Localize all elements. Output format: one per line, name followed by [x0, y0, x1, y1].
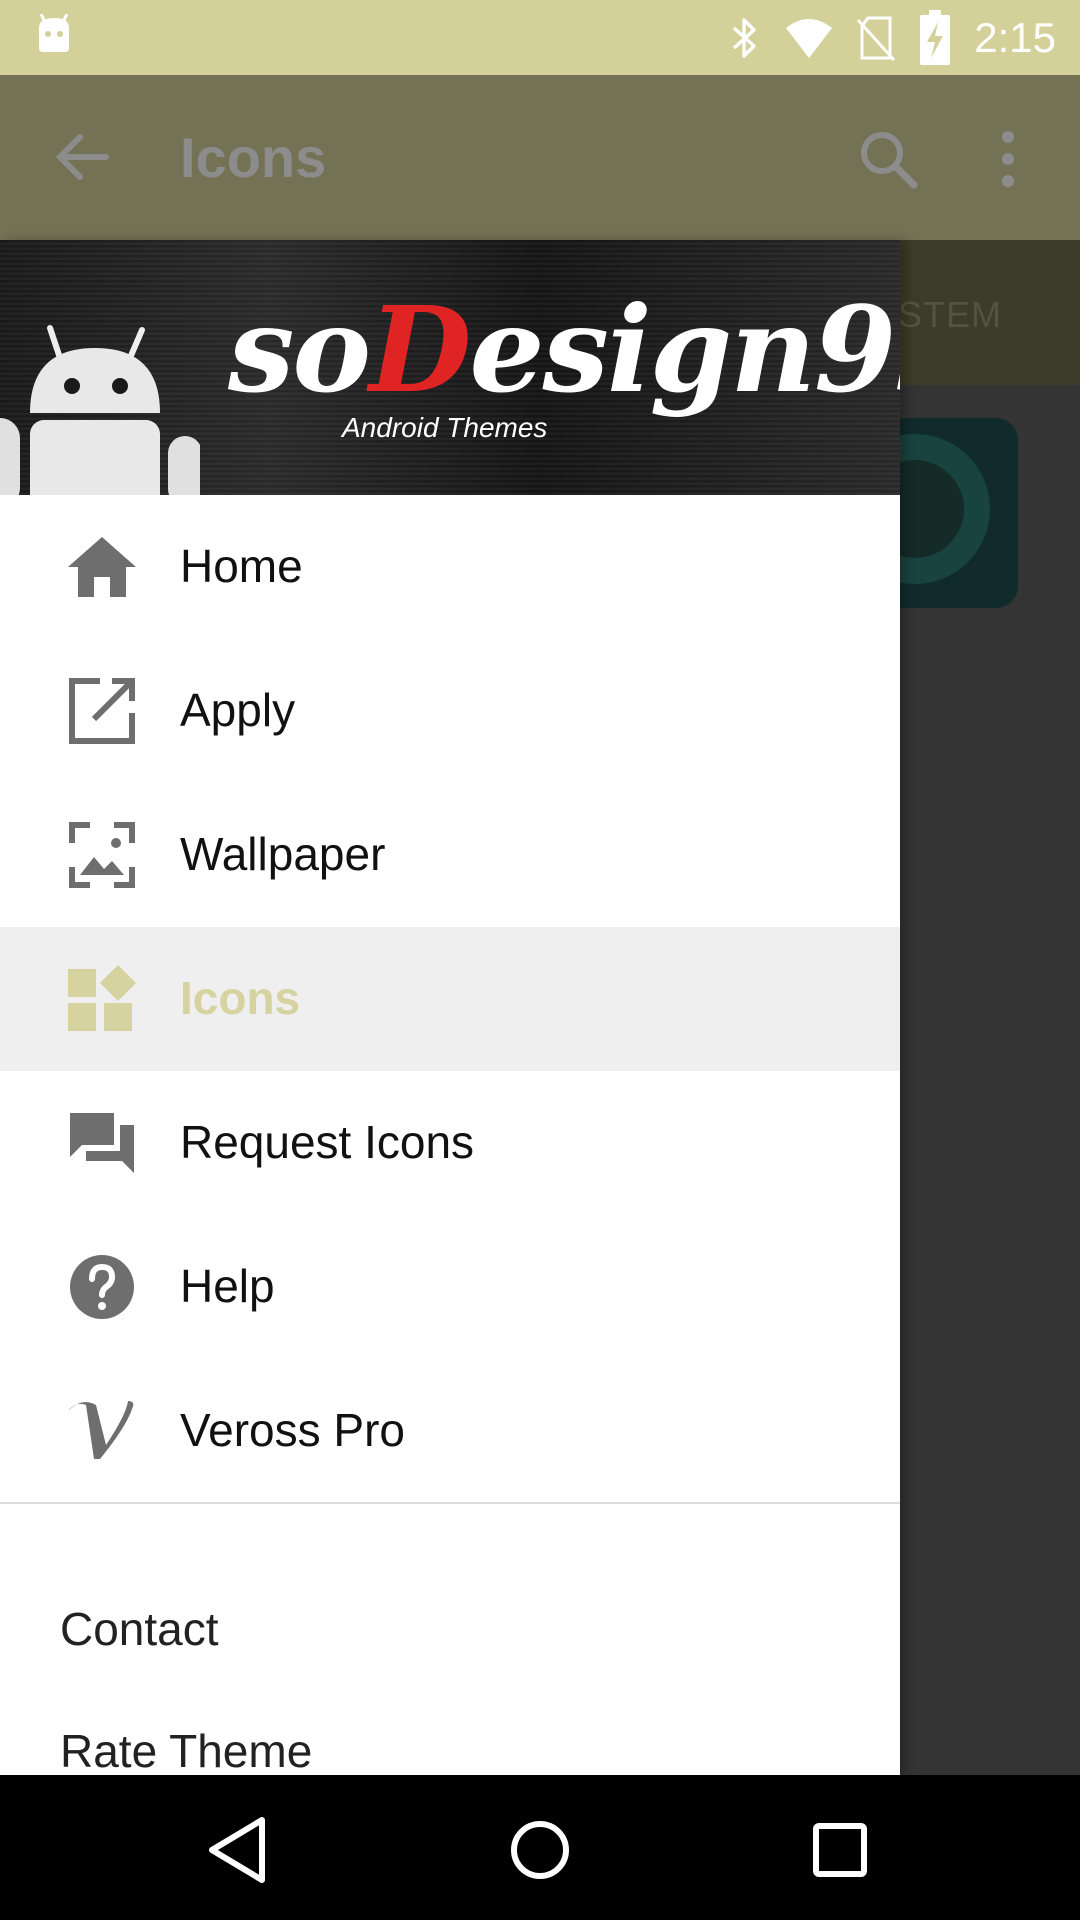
nav-label-request-icons: Request Icons — [180, 1116, 475, 1168]
drawer-nav-list: Home Apply Wallpaper Icons Request Icons… — [0, 495, 900, 1503]
drawer-link-contact[interactable]: Contact — [60, 1602, 219, 1656]
brand-subtitle: Android Themes — [342, 412, 548, 443]
status-time: 2:15 — [974, 14, 1056, 61]
nav-label-apply: Apply — [180, 684, 296, 736]
nav-label-icons: Icons — [180, 972, 301, 1024]
nav-label-wallpaper: Wallpaper — [180, 828, 386, 880]
nav-label-help: Help — [180, 1260, 275, 1312]
navigation-drawer: soDesign99 Android Themes Home Apply — [0, 240, 900, 1775]
brand-text-2: esign99 — [469, 280, 900, 419]
battery-charging-icon — [920, 10, 951, 65]
nav-item-request-icons[interactable]: Request Icons — [0, 1071, 900, 1215]
nav-item-wallpaper[interactable]: Wallpaper — [0, 783, 900, 927]
wallpaper-icon — [69, 822, 135, 888]
brand-text-highlight: D — [369, 280, 471, 419]
open-external-icon — [69, 678, 135, 744]
recents-icon[interactable] — [800, 1810, 880, 1890]
drawer-divider — [0, 1502, 900, 1504]
nav-item-home[interactable]: Home — [0, 495, 900, 639]
nav-item-help[interactable]: Help — [0, 1215, 900, 1359]
help-icon — [70, 1255, 134, 1319]
drawer-link-rate-theme[interactable]: Rate Theme — [60, 1724, 312, 1775]
veross-logo-icon — [68, 1401, 134, 1459]
bluetooth-icon — [733, 18, 756, 58]
nav-label-home: Home — [180, 540, 303, 592]
wifi-icon — [786, 19, 833, 58]
nav-item-apply[interactable]: Apply — [0, 639, 900, 783]
home-circle-icon[interactable] — [500, 1810, 580, 1890]
nav-label-veross-pro: Veross Pro — [180, 1404, 405, 1456]
back-icon[interactable] — [200, 1810, 280, 1890]
widgets-icon — [68, 965, 136, 1031]
brand-text-1: so — [228, 280, 371, 419]
status-bar: 2:15 — [0, 0, 1080, 75]
forum-icon — [70, 1113, 134, 1173]
brand-logo: soDesign99 — [228, 280, 900, 419]
nav-item-icons[interactable]: Icons — [0, 927, 900, 1071]
system-navigation-bar — [0, 1775, 1080, 1920]
nav-item-veross-pro[interactable]: Veross Pro — [0, 1359, 900, 1503]
android-icon — [39, 14, 69, 52]
home-icon — [68, 537, 136, 597]
drawer-header: soDesign99 Android Themes — [0, 240, 900, 495]
no-sim-icon — [857, 16, 896, 62]
android-robot-icon — [0, 325, 200, 495]
